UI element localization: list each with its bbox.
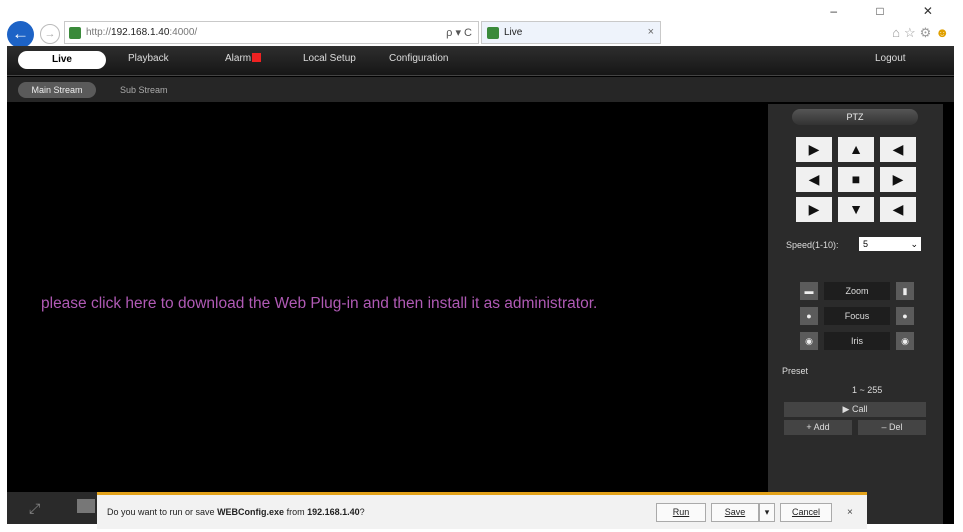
focus-near-icon[interactable]: ● <box>800 307 818 325</box>
video-viewport[interactable]: please click here to download the Web Pl… <box>7 102 766 524</box>
ptz-panel: PTZ ▶ ▲ ◀ ◀ ■ ▶ ▶ ▼ ◀ Speed(1-10): 5 ⌄ ▬ … <box>768 104 943 524</box>
fullscreen-icon[interactable]: ⤢ <box>29 500 40 517</box>
ptz-down-right-button[interactable]: ◀ <box>880 197 916 222</box>
ptz-up-button[interactable]: ▲ <box>838 137 874 162</box>
ptz-down-button[interactable]: ▼ <box>838 197 874 222</box>
tab-close-icon[interactable]: × <box>648 26 654 38</box>
address-url: http://192.168.1.40:4000/ <box>86 27 198 38</box>
forward-arrow-icon[interactable]: → <box>40 24 60 44</box>
focus-label: Focus <box>824 307 890 325</box>
nav-local-setup[interactable]: Local Setup <box>303 53 356 64</box>
speed-label: Speed(1-10): <box>786 240 839 250</box>
tab-main-stream[interactable]: Main Stream <box>18 82 96 98</box>
iris-label: Iris <box>824 332 890 350</box>
plugin-download-link[interactable]: please click here to download the Web Pl… <box>41 295 597 313</box>
browser-toolbar-icons[interactable]: ⌂☆⚙☻ <box>892 25 953 41</box>
zoom-label: Zoom <box>824 282 890 300</box>
download-notification-bar: Do you want to run or save WEBConfig.exe… <box>97 492 867 529</box>
focus-row: ● Focus ● <box>800 307 914 325</box>
chevron-down-icon: ⌄ <box>910 239 918 249</box>
ptz-stop-button[interactable]: ■ <box>838 167 874 192</box>
nav-alarm[interactable]: Alarm <box>225 53 262 64</box>
tab-sub-stream[interactable]: Sub Stream <box>120 85 168 95</box>
iris-close-icon[interactable]: ◉ <box>800 332 818 350</box>
iris-open-icon[interactable]: ◉ <box>896 332 914 350</box>
iris-row: ◉ Iris ◉ <box>800 332 914 350</box>
browser-tab-live[interactable]: Live × <box>481 21 661 44</box>
zoom-in-icon[interactable]: ▮ <box>896 282 914 300</box>
browser-chrome: ← → http://192.168.1.40:4000/ ρ ▾ C Live… <box>0 0 963 48</box>
preset-range[interactable]: 1 ~ 255 <box>852 385 882 395</box>
stream-tabs: Main Stream Sub Stream <box>7 77 954 102</box>
address-bar[interactable]: http://192.168.1.40:4000/ ρ ▾ C <box>64 21 479 44</box>
save-button[interactable]: Save <box>711 503 759 522</box>
ptz-right-button[interactable]: ▶ <box>880 167 916 192</box>
focus-far-icon[interactable]: ● <box>896 307 914 325</box>
nav-live[interactable]: Live <box>18 51 106 69</box>
close-icon[interactable]: × <box>847 507 853 518</box>
nav-playback[interactable]: Playback <box>128 53 169 64</box>
preset-delete-button[interactable]: – Del <box>858 420 926 435</box>
cancel-button[interactable]: Cancel <box>780 503 832 522</box>
camera-web-app: Live Playback Alarm Local Setup Configur… <box>7 46 954 524</box>
nav-configuration[interactable]: Configuration <box>389 53 448 64</box>
address-search-refresh-icons[interactable]: ρ ▾ C <box>446 26 472 39</box>
back-arrow-icon[interactable]: ← <box>7 21 34 48</box>
ptz-down-left-button[interactable]: ▶ <box>796 197 832 222</box>
run-button[interactable]: Run <box>656 503 706 522</box>
tab-title: Live <box>504 27 523 38</box>
ptz-title: PTZ <box>792 109 918 125</box>
window-control-buttons[interactable]: – □ ✕ <box>830 4 951 18</box>
feedback-smiley-icon: ☻ <box>935 25 953 40</box>
snapshot-icon[interactable] <box>77 499 95 513</box>
speed-select[interactable]: 5 ⌄ <box>859 237 921 251</box>
top-navigation: Live Playback Alarm Local Setup Configur… <box>7 46 954 76</box>
tab-favicon-icon <box>487 27 499 39</box>
ptz-up-left-button[interactable]: ▶ <box>796 137 832 162</box>
ptz-up-right-button[interactable]: ◀ <box>880 137 916 162</box>
preset-call-button[interactable]: ▶ Call <box>784 402 926 417</box>
download-message: Do you want to run or save WEBConfig.exe… <box>107 507 365 517</box>
site-favicon-icon <box>69 27 81 39</box>
preset-add-button[interactable]: + Add <box>784 420 852 435</box>
preset-label: Preset <box>782 366 809 376</box>
save-options-chevron-icon[interactable]: ▾ <box>759 503 775 522</box>
zoom-out-icon[interactable]: ▬ <box>800 282 818 300</box>
alarm-badge-icon <box>252 53 262 62</box>
zoom-row: ▬ Zoom ▮ <box>800 282 914 300</box>
ptz-left-button[interactable]: ◀ <box>796 167 832 192</box>
logout-button[interactable]: Logout <box>875 53 906 64</box>
